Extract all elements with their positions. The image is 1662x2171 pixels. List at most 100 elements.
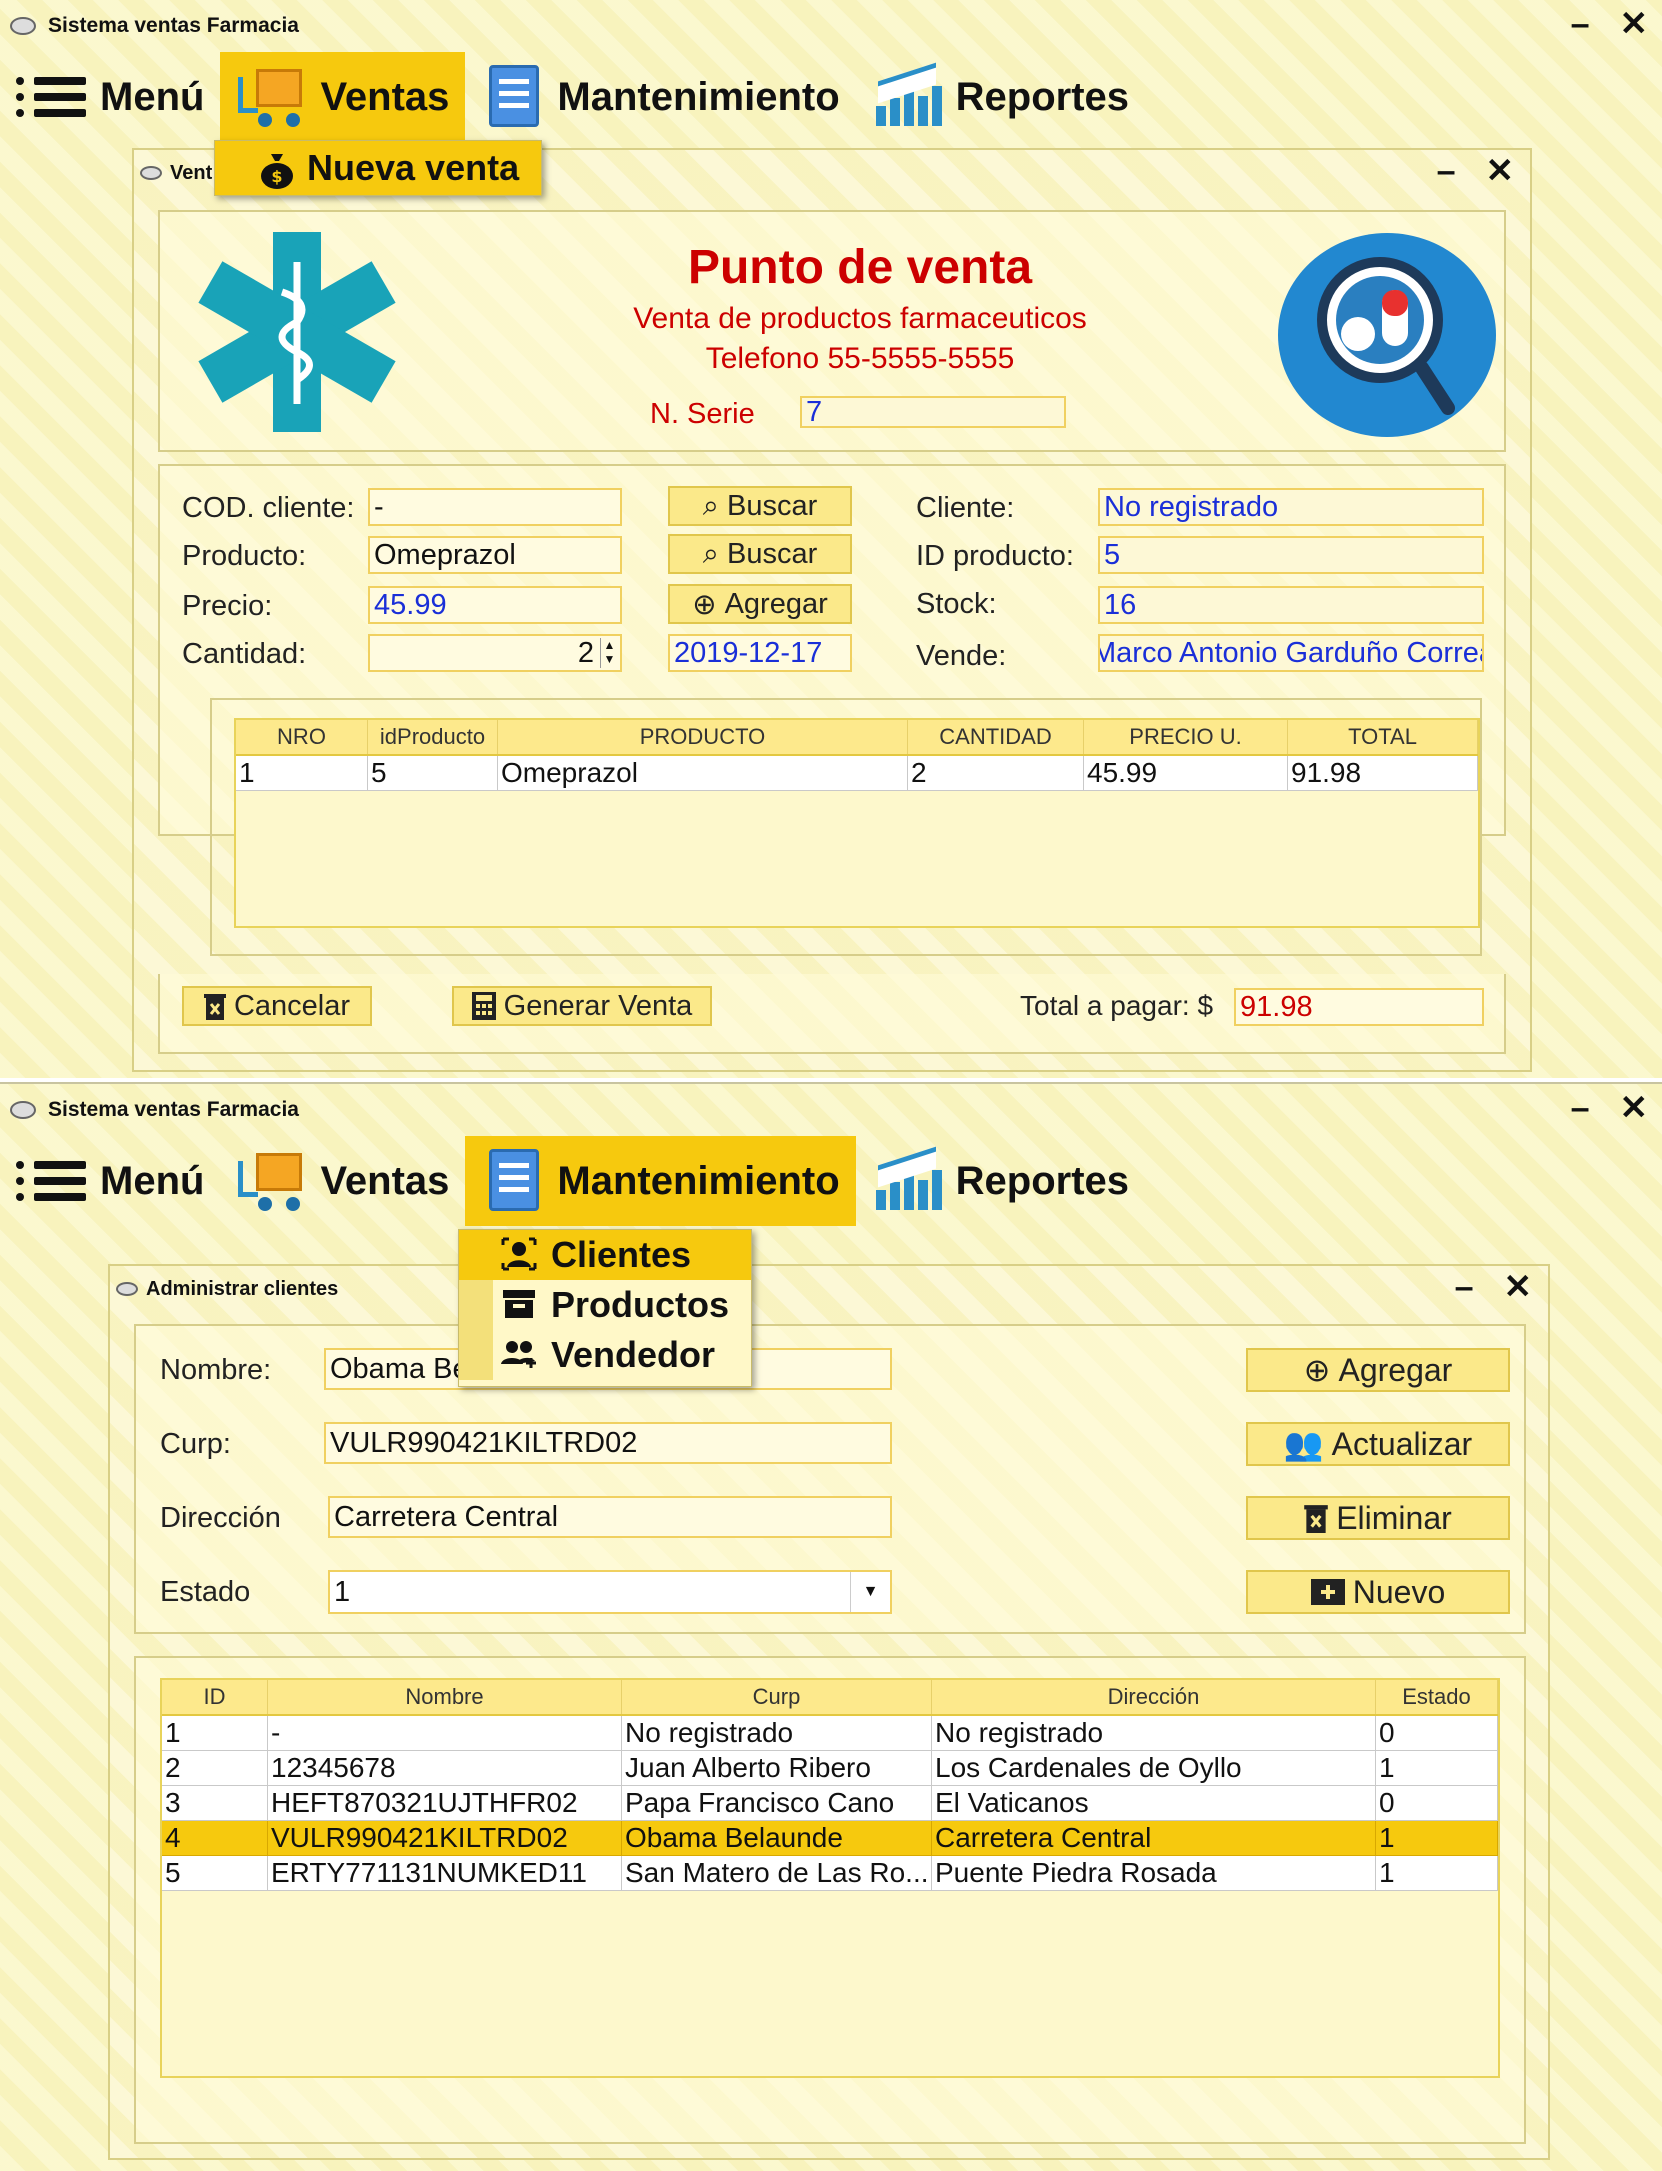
clients-table-panel: ID Nombre Curp Dirección Estado 1- No registr… xyxy=(134,1656,1526,2144)
client-card-icon xyxy=(501,1237,541,1273)
cancelar-button[interactable]: Cancelar xyxy=(182,986,372,1026)
money-bag-icon: $ xyxy=(257,150,297,189)
chevron-down-icon[interactable]: ▼ xyxy=(850,1572,890,1612)
column-header[interactable]: TOTAL xyxy=(1288,720,1478,754)
menu-menu[interactable]: Menú xyxy=(0,52,220,142)
menu-item-nueva-venta[interactable]: $ Nueva venta xyxy=(215,141,541,195)
column-header[interactable]: idProducto xyxy=(368,720,498,754)
agregar-cliente-button[interactable]: ⊕ Agregar xyxy=(1246,1348,1510,1392)
agregar-button[interactable]: ⊕ Agregar xyxy=(668,584,852,624)
app-icon xyxy=(10,1101,36,1119)
column-header[interactable]: Nombre xyxy=(268,1680,622,1714)
menu-item-vendedor[interactable]: Vendedor xyxy=(459,1330,751,1380)
spinner-arrows-icon[interactable]: ▲ ▼ xyxy=(600,638,618,668)
direccion-field[interactable]: Carretera Central xyxy=(328,1496,892,1538)
total-field[interactable]: 91.98 xyxy=(1234,988,1484,1026)
table-row[interactable]: 4 VULR990421KILTRD02 Obama Belaunde Carrete… xyxy=(162,1821,1498,1856)
estado-label: Estado xyxy=(160,1576,251,1608)
page-title: Punto de venta xyxy=(687,241,1033,294)
generar-venta-button[interactable]: Generar Venta xyxy=(452,986,712,1026)
table-cell: 0 xyxy=(1376,1786,1498,1821)
menu-ventas-label: Ventas xyxy=(320,1158,450,1203)
serie-field[interactable]: 7 xyxy=(800,396,1066,428)
column-header[interactable]: PRECIO U. xyxy=(1084,720,1288,754)
stock-field[interactable]: 16 xyxy=(1098,586,1484,624)
footer-panel: Cancelar Generar Venta Total a pagar: $ … xyxy=(158,974,1506,1054)
sales-table-panel: NRO idProducto PRODUCTO CANTIDAD PRECIO U. TO… xyxy=(210,698,1482,956)
vende-field[interactable]: Marco Antonio Garduño Correa xyxy=(1098,634,1484,672)
table-row[interactable]: 1 5 Omeprazol 2 45.99 91.98 xyxy=(236,756,1478,791)
phone-text: Telefono 55-5555-5555 xyxy=(705,342,1015,375)
table-cell: 0 xyxy=(1376,1716,1498,1751)
close-button[interactable]: ✕ xyxy=(1620,1091,1649,1125)
table-row[interactable]: 3 HEFT870321UJTHFR02 Papa Francisco Cano El… xyxy=(162,1786,1498,1821)
plus-circle-icon: ⊕ xyxy=(692,588,717,621)
title-bar: Sistema ventas Farmacia – ✕ xyxy=(0,0,1662,52)
table-cell: No registrado xyxy=(932,1716,1376,1751)
curp-field[interactable]: VULR990421KILTRD02 xyxy=(324,1422,892,1464)
column-header[interactable]: Estado xyxy=(1376,1680,1498,1714)
table-cell: Los Cardenales de Oyllo xyxy=(932,1751,1376,1786)
column-header[interactable]: Dirección xyxy=(932,1680,1376,1714)
buscar-producto-button[interactable]: ⌕ Buscar xyxy=(668,534,852,574)
cod-cliente-field[interactable]: - xyxy=(368,488,622,526)
internal-close-button[interactable]: ✕ xyxy=(1486,154,1515,188)
close-button[interactable]: ✕ xyxy=(1620,7,1649,41)
eliminar-label: Eliminar xyxy=(1336,1499,1452,1536)
table-cell: 1 xyxy=(236,756,368,791)
internal-minimize-button[interactable]: – xyxy=(1455,1270,1474,1304)
menu-bar: Menú Ventas Mantenimiento Reportes xyxy=(0,1136,1662,1226)
menu-menu-label: Menú xyxy=(100,74,205,119)
column-header[interactable]: Curp xyxy=(622,1680,932,1714)
column-header[interactable]: CANTIDAD xyxy=(908,720,1084,754)
menu-ventas-label: Ventas xyxy=(320,74,450,119)
actualizar-button[interactable]: 👥 Actualizar xyxy=(1246,1422,1510,1466)
menu-reportes[interactable]: Reportes xyxy=(856,1136,1145,1226)
client-form-panel: Nombre: Obama Be Curp: VULR990421KILTRD0… xyxy=(134,1324,1526,1634)
vende-label: Vende: xyxy=(916,640,1007,672)
producto-label: Producto: xyxy=(182,540,307,572)
estado-value: 1 xyxy=(334,1576,351,1608)
minimize-button[interactable]: – xyxy=(1571,7,1590,41)
menu-ventas[interactable]: Ventas xyxy=(220,52,466,142)
column-header[interactable]: PRODUCTO xyxy=(498,720,908,754)
column-header[interactable]: NRO xyxy=(236,720,368,754)
precio-field[interactable]: 45.99 xyxy=(368,586,622,624)
menu-reportes[interactable]: Reportes xyxy=(856,52,1145,142)
internal-minimize-button[interactable]: – xyxy=(1437,154,1456,188)
quantity-stepper[interactable]: 2 ▲ ▼ xyxy=(368,634,622,672)
column-header[interactable]: ID xyxy=(162,1680,268,1714)
cantidad-label: Cantidad: xyxy=(182,638,307,670)
nuevo-button[interactable]: Nuevo xyxy=(1246,1570,1510,1614)
menu-menu[interactable]: Menú xyxy=(0,1136,220,1226)
id-producto-field[interactable]: 5 xyxy=(1098,536,1484,574)
stock-label: Stock: xyxy=(916,588,997,620)
nuevo-label: Nuevo xyxy=(1352,1573,1446,1610)
menu-item-productos[interactable]: Productos xyxy=(459,1280,751,1330)
fecha-field[interactable]: 2019-12-17 xyxy=(668,634,852,672)
menu-mantenimiento[interactable]: Mantenimiento xyxy=(465,1136,856,1226)
table-cell: Papa Francisco Cano xyxy=(622,1786,932,1821)
internal-close-button[interactable]: ✕ xyxy=(1504,1270,1533,1304)
table-row[interactable]: 5 ERTY771131NUMKED11 San Matero de Las Ro.… xyxy=(162,1856,1498,1891)
title-bar: Sistema ventas Farmacia – ✕ xyxy=(0,1084,1662,1136)
new-card-icon xyxy=(1310,1579,1345,1605)
producto-field[interactable]: Omeprazol xyxy=(368,536,622,574)
frame-icon xyxy=(140,166,162,180)
menu-item-clientes[interactable]: Clientes xyxy=(459,1230,751,1280)
minimize-button[interactable]: – xyxy=(1571,1091,1590,1125)
trash-icon xyxy=(1304,1505,1328,1533)
menu-mantenimiento-label: Mantenimiento xyxy=(557,74,840,119)
estado-select[interactable]: 1 ▼ xyxy=(328,1570,892,1614)
eliminar-button[interactable]: Eliminar xyxy=(1246,1496,1510,1540)
cliente-field[interactable]: No registrado xyxy=(1098,488,1484,526)
sales-screenshot: Sistema ventas Farmacia – ✕ Menú Ventas M… xyxy=(0,0,1662,1078)
sales-table: NRO idProducto PRODUCTO CANTIDAD PRECIO U. TO… xyxy=(234,718,1480,928)
menu-mantenimiento[interactable]: Mantenimiento xyxy=(465,52,855,142)
buscar-cliente-button[interactable]: ⌕ Buscar xyxy=(668,486,852,526)
search-card-icon: ⌕ xyxy=(702,489,719,522)
table-cell: 1 xyxy=(162,1716,268,1751)
table-row[interactable]: 1- No registrado No registrado 0 xyxy=(162,1716,1498,1751)
table-row[interactable]: 2 12345678 Juan Alberto Ribero Los Cardenal… xyxy=(162,1751,1498,1786)
menu-ventas[interactable]: Ventas xyxy=(220,1136,465,1226)
